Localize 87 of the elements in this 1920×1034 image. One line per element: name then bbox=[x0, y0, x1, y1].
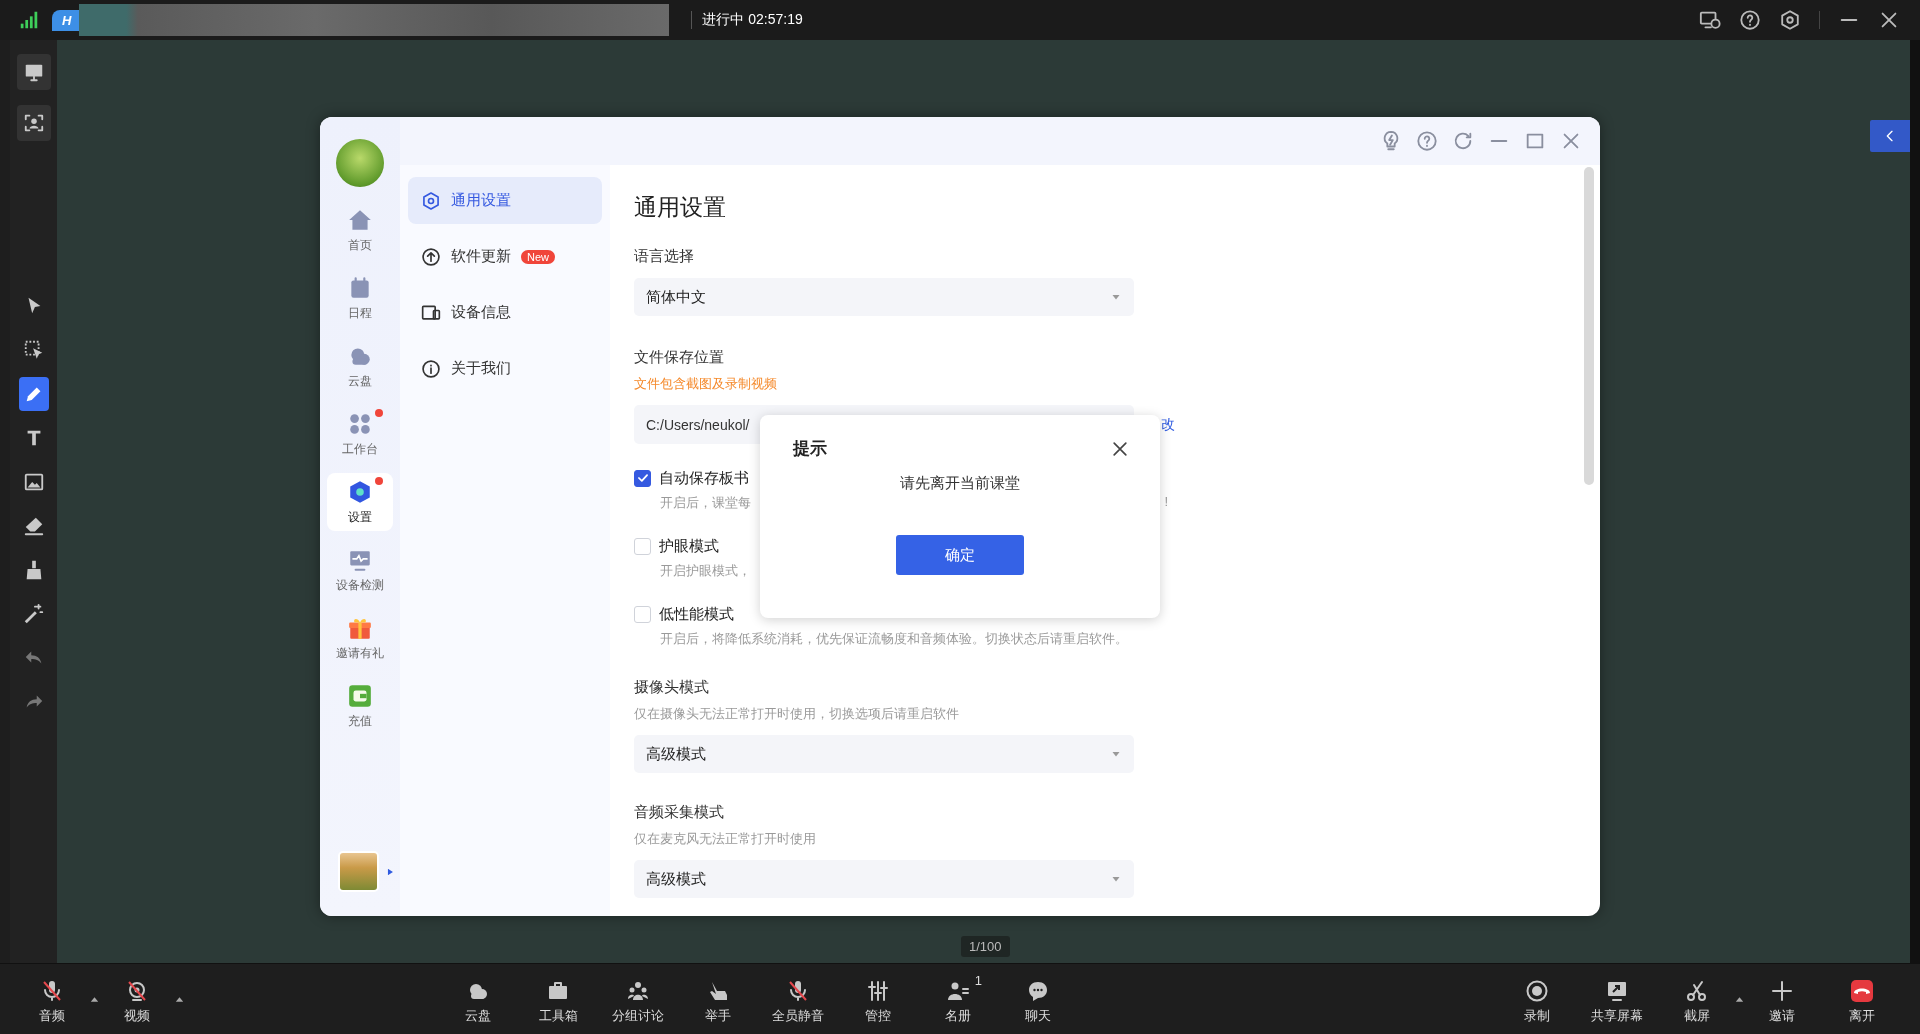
info-icon bbox=[421, 358, 441, 379]
option-description: 开启后，将降低系统消耗，优先保证流畅度和音频体验。切换状态后请重启软件。 bbox=[660, 630, 1128, 648]
new-badge: New bbox=[521, 249, 555, 264]
tool-button[interactable] bbox=[16, 54, 51, 90]
toolbar-item[interactable]: 录制 bbox=[1497, 973, 1577, 1025]
option-description: ! bbox=[1164, 494, 1168, 511]
image-icon bbox=[22, 471, 45, 493]
option-label: 低性能模式 bbox=[659, 604, 734, 624]
warning-note: 文件包含截图及录制视频 bbox=[634, 375, 778, 393]
record-icon bbox=[1525, 979, 1549, 1003]
settings-menu-item[interactable]: 软件更新 New bbox=[408, 233, 602, 280]
person-frame-icon bbox=[22, 112, 45, 134]
hang-up-icon bbox=[1850, 979, 1874, 1003]
option-label: 自动保存板书 bbox=[659, 468, 749, 488]
nav-item[interactable]: 充值 bbox=[327, 677, 393, 735]
scrollbar[interactable] bbox=[1584, 167, 1594, 485]
toolbar-item[interactable]: 全员静音 bbox=[758, 973, 838, 1025]
scissors-icon bbox=[1685, 979, 1709, 1003]
session-status: 进行中 02:57:19 bbox=[691, 11, 803, 29]
settings-menu-item[interactable]: 通用设置 bbox=[408, 177, 602, 224]
page-indicator: 1/100 bbox=[961, 936, 1010, 957]
chat-icon bbox=[1026, 979, 1050, 1003]
toolbar-item[interactable]: 分组讨论 bbox=[598, 973, 678, 1025]
settings-menu-item[interactable]: 设备信息 bbox=[408, 289, 602, 336]
wallet-icon bbox=[347, 682, 373, 709]
toolbar-item[interactable]: 共享屏幕 bbox=[1577, 973, 1657, 1025]
group-icon bbox=[626, 979, 650, 1003]
toolbar-item[interactable]: 聊天 bbox=[998, 973, 1078, 1025]
section-label: 语言选择 bbox=[634, 247, 695, 266]
sliders-icon bbox=[866, 979, 890, 1003]
settings-icon[interactable] bbox=[1779, 9, 1801, 31]
checkbox[interactable] bbox=[634, 469, 651, 487]
upload-icon bbox=[421, 246, 441, 267]
settings-icon bbox=[347, 478, 373, 505]
settings-menu-item[interactable]: 关于我们 bbox=[408, 345, 602, 392]
toolbar-item[interactable]: 音频 bbox=[12, 973, 92, 1025]
camera-off-icon bbox=[125, 979, 149, 1003]
audio-mode-dropdown[interactable]: 高级模式 bbox=[634, 860, 1134, 898]
change-link[interactable]: 改 bbox=[1161, 415, 1175, 434]
section-label: 文件保存位置 bbox=[634, 348, 725, 367]
nav-item[interactable]: 云盘 bbox=[327, 337, 393, 395]
eraser-icon bbox=[22, 515, 45, 537]
section-label: 音频采集模式 bbox=[634, 803, 725, 822]
nav-item[interactable]: 首页 bbox=[327, 201, 393, 259]
tool-button[interactable] bbox=[16, 105, 51, 141]
section-label: 摄像头模式 bbox=[634, 678, 710, 697]
toolbar-item[interactable]: 视频 bbox=[97, 973, 177, 1025]
nav-item[interactable]: 日程 bbox=[327, 269, 393, 327]
option-description: 开启护眼模式， bbox=[660, 562, 751, 580]
confirm-button[interactable]: 确定 bbox=[896, 535, 1024, 575]
nav-item[interactable]: 邀请有礼 bbox=[327, 609, 393, 667]
signal-icon bbox=[18, 9, 40, 31]
help-icon[interactable] bbox=[1739, 9, 1761, 31]
section-hint: 仅在摄像头无法正常打开时使用，切换选项后请重启软件 bbox=[634, 705, 960, 723]
avatar bbox=[336, 139, 384, 187]
toolbar-item[interactable]: 截屏 bbox=[1657, 973, 1737, 1025]
share-screen-icon bbox=[1605, 979, 1629, 1003]
toolbar-item[interactable]: 工具箱 bbox=[518, 973, 598, 1025]
option-description: 开启后，课堂每 bbox=[660, 494, 751, 512]
toolbar-item[interactable]: 云盘 bbox=[438, 973, 518, 1025]
toolbar-item[interactable]: 名册 1 bbox=[918, 973, 998, 1025]
microphone-off-icon bbox=[786, 979, 810, 1003]
checkmark-icon bbox=[635, 471, 650, 485]
toolbar-item[interactable]: 邀请 bbox=[1742, 973, 1822, 1025]
refresh-icon[interactable] bbox=[1452, 130, 1474, 152]
toolbar-item[interactable]: 举手 bbox=[678, 973, 758, 1025]
nav-item[interactable]: 设备检测 bbox=[327, 541, 393, 599]
toolbar-item[interactable]: 离开 bbox=[1822, 973, 1902, 1025]
dialog-message: 请先离开当前课堂 bbox=[900, 474, 1020, 493]
section-hint: 仅在麦克风无法正常打开时使用 bbox=[634, 830, 817, 848]
microphone-off-icon bbox=[40, 979, 64, 1003]
tool-button[interactable] bbox=[18, 377, 49, 411]
magic-wand-icon bbox=[22, 603, 45, 625]
photo-placeholder[interactable] bbox=[337, 851, 379, 892]
dialog-title: 提示 bbox=[793, 438, 827, 460]
toolbar-item[interactable]: 管控 bbox=[838, 973, 918, 1025]
option-label: 护眼模式 bbox=[659, 536, 719, 556]
screen-gauge-icon[interactable] bbox=[1699, 9, 1721, 31]
count: 1 bbox=[974, 973, 982, 988]
page-title: 通用设置 bbox=[634, 193, 727, 222]
language-dropdown[interactable]: 简体中文 bbox=[634, 278, 1134, 316]
settings-icon bbox=[421, 190, 441, 211]
plus-icon bbox=[1770, 979, 1794, 1003]
select-area-icon bbox=[22, 339, 45, 361]
camera-mode-dropdown[interactable]: 高级模式 bbox=[634, 735, 1134, 773]
nav-item[interactable]: 工作台 bbox=[327, 405, 393, 463]
nav-item[interactable]: 设置 bbox=[327, 473, 393, 531]
